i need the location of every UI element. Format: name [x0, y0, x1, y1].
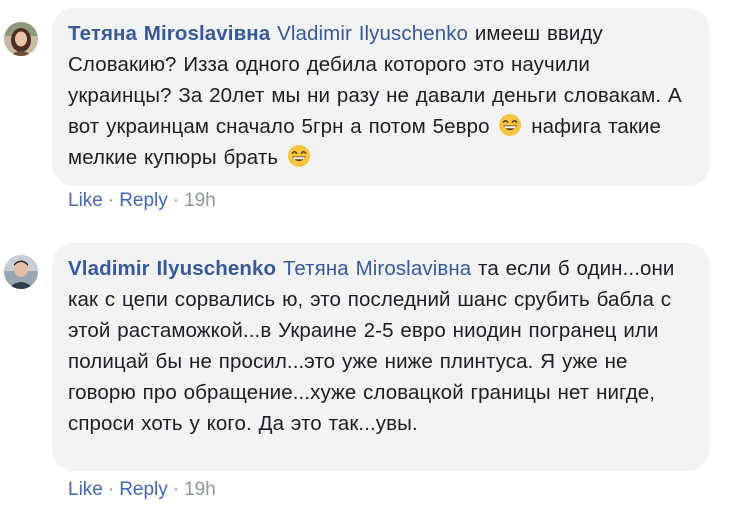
comment-timestamp[interactable]: 19h [184, 190, 216, 211]
comment-actions: Like · Reply · 19h [68, 479, 216, 501]
comment-bubble: Vladimir Ilyuschenko Тетяна Miroslavівна… [52, 243, 710, 471]
reply-button[interactable]: Reply [119, 479, 168, 500]
comment-author[interactable]: Тетяна Miroslavівна [68, 22, 270, 45]
avatar-photo-icon [4, 22, 38, 56]
separator: · [172, 479, 180, 500]
comment-actions: Like · Reply · 19h [68, 190, 216, 212]
comment-mention[interactable]: Тетяна Miroslavівна [283, 257, 471, 280]
comment-author[interactable]: Vladimir Ilyuschenko [68, 257, 276, 280]
grinning-face-emoji-icon [287, 145, 310, 167]
like-button[interactable]: Like [68, 479, 103, 500]
comment-mention[interactable]: Vladimir Ilyuschenko [277, 22, 468, 45]
separator: · [172, 190, 180, 211]
avatar-photo-icon [4, 255, 38, 289]
avatar[interactable] [4, 22, 38, 56]
comment-timestamp[interactable]: 19h [184, 479, 216, 500]
comment-bubble: Тетяна Miroslavівна Vladimir Ilyuschenko… [52, 8, 710, 186]
comment-text: та если б один...они как с цепи сорвалис… [68, 257, 675, 435]
reply-button[interactable]: Reply [119, 190, 168, 211]
separator: · [107, 479, 115, 500]
avatar[interactable] [4, 255, 38, 289]
like-button[interactable]: Like [68, 190, 103, 211]
separator: · [107, 190, 115, 211]
grinning-face-emoji-icon [499, 114, 522, 136]
